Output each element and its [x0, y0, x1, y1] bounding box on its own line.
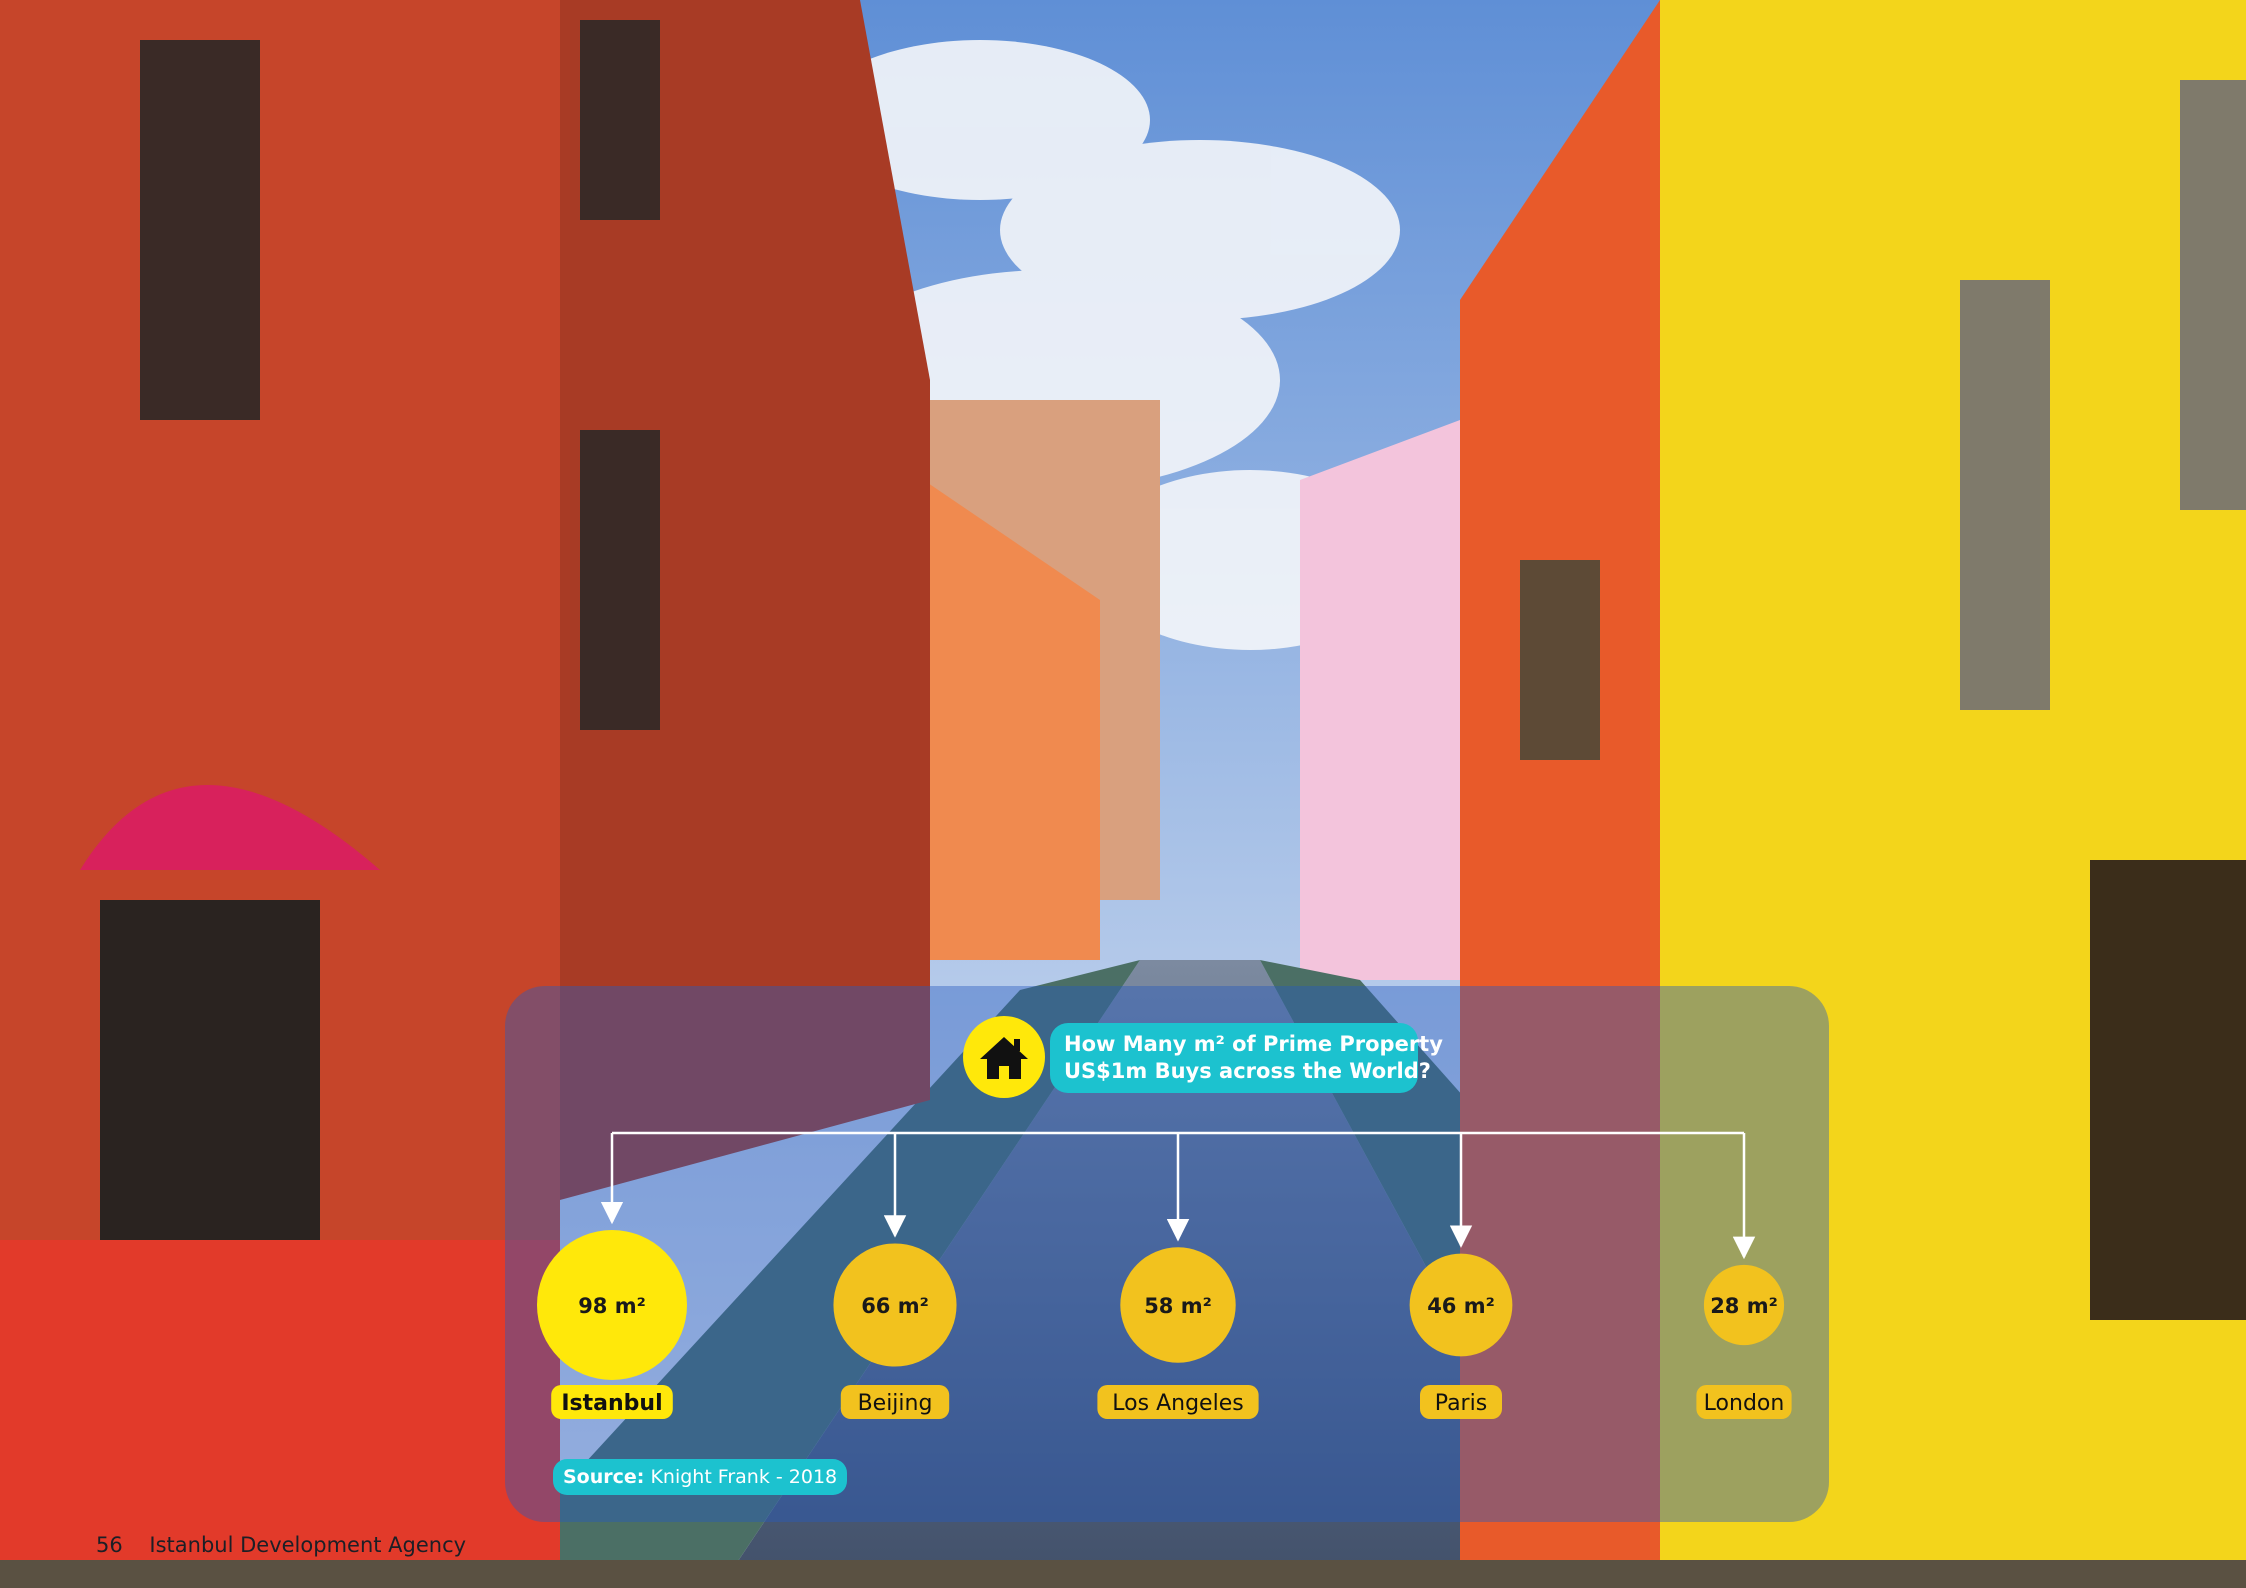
page-footer: 56 Istanbul Development Agency [96, 1533, 466, 1557]
source-value: Knight Frank - 2018 [650, 1466, 838, 1488]
chart-title-line-1: How Many m² of Prime Property [1064, 1032, 1443, 1056]
source-note: Source: Knight Frank - 2018 [553, 1459, 847, 1495]
page-number: 56 [96, 1533, 123, 1557]
chart-title: How Many m² of Prime Property US$1m Buys… [1050, 1023, 1443, 1093]
title-badge [963, 1016, 1045, 1098]
house-icon [980, 1037, 1028, 1079]
source-label: Source: [563, 1466, 645, 1488]
chart-title-line-2: US$1m Buys across the World? [1064, 1059, 1431, 1083]
publisher-name: Istanbul Development Agency [149, 1533, 467, 1557]
